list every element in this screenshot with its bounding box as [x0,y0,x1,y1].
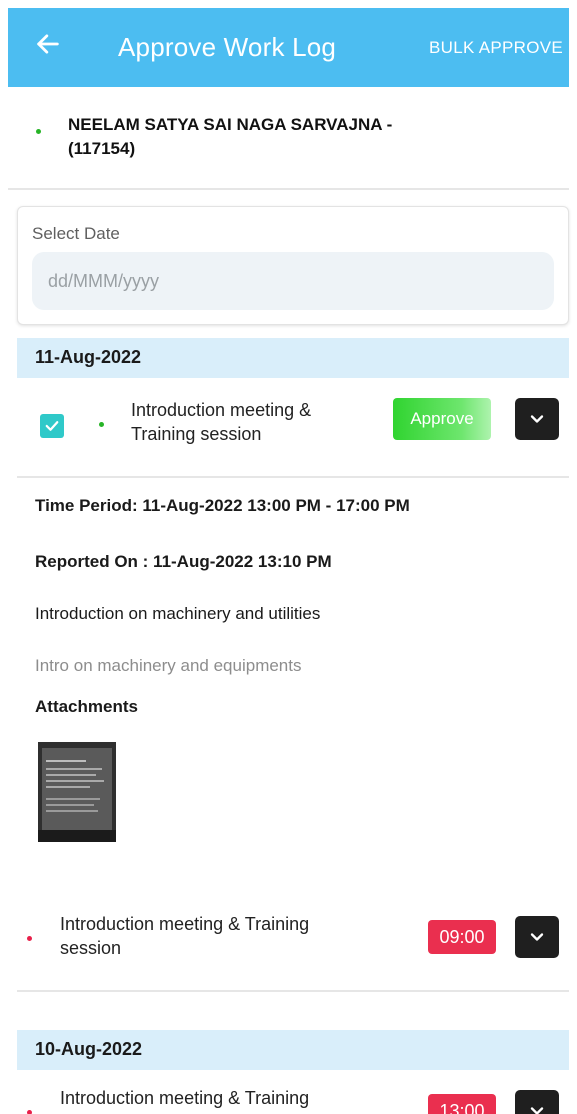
bulk-approve-button[interactable]: BULK APPROVE [429,38,563,58]
task-title: Introduction meeting & Training [60,1086,309,1110]
approve-button[interactable]: Approve [393,398,491,440]
page-title: Approve Work Log [118,32,337,62]
divider [8,188,569,190]
date-filter-label: Select Date [32,224,120,243]
divider [17,990,569,992]
expand-button[interactable] [515,398,559,440]
divider [17,476,569,478]
day-header-date: 11-Aug-2022 [35,347,142,367]
document-photo-icon [38,742,116,842]
day-header: 10-Aug-2022 [17,1030,569,1070]
check-icon [45,421,59,431]
expand-button[interactable] [515,1090,559,1114]
arrow-left-icon [37,34,59,54]
attachment-thumbnail[interactable] [38,742,116,842]
expand-button[interactable] [515,916,559,958]
chevron-down-icon [530,1107,544,1114]
task-title-line1: Introduction meeting & Training [60,1088,310,1108]
employee-name: NEELAM SATYA SAI NAGA SARVAJNA - (117154… [68,113,392,161]
work-log-row[interactable]: Introduction meeting & Training 13:00 [17,1086,569,1114]
task-title: Introduction meeting & Training session [131,398,311,446]
status-dot [99,422,104,427]
status-dot [27,936,32,941]
time-period: Time Period: 11-Aug-2022 13:00 PM - 17:0… [35,496,410,515]
duration-badge: 13:00 [428,1094,496,1114]
date-input[interactable] [32,252,554,310]
back-button[interactable] [34,30,74,66]
chevron-down-icon [530,415,544,423]
duration-badge: 09:00 [428,920,496,954]
status-dot [27,1110,32,1114]
work-description: Introduction on machinery and utilities [35,604,321,623]
select-checkbox[interactable] [40,414,64,438]
work-log-row[interactable]: Introduction meeting & Training session … [17,390,569,470]
task-title-line1: Introduction meeting & [131,400,312,420]
work-log-row[interactable]: Introduction meeting & Training session … [17,910,569,974]
day-header: 11-Aug-2022 [17,338,569,378]
attachments-label: Attachments [35,697,138,716]
work-remarks: Intro on machinery and equipments [35,656,302,675]
task-title-line1: Introduction meeting & Training [60,914,310,934]
employee-name-line2: (117154) [68,139,136,158]
app-bar: Approve Work Log BULK APPROVE [8,8,569,87]
task-title-line2: session [60,938,122,958]
task-title-line2: Training session [131,424,262,444]
chevron-down-icon [530,933,544,941]
reported-on: Reported On : 11-Aug-2022 13:10 PM [35,552,332,571]
date-filter-card: Select Date [17,206,569,325]
employee-name-line1: NEELAM SATYA SAI NAGA SARVAJNA - [68,115,393,134]
task-title: Introduction meeting & Training session [60,912,309,960]
day-header-date: 10-Aug-2022 [35,1039,143,1059]
status-dot [36,129,41,134]
